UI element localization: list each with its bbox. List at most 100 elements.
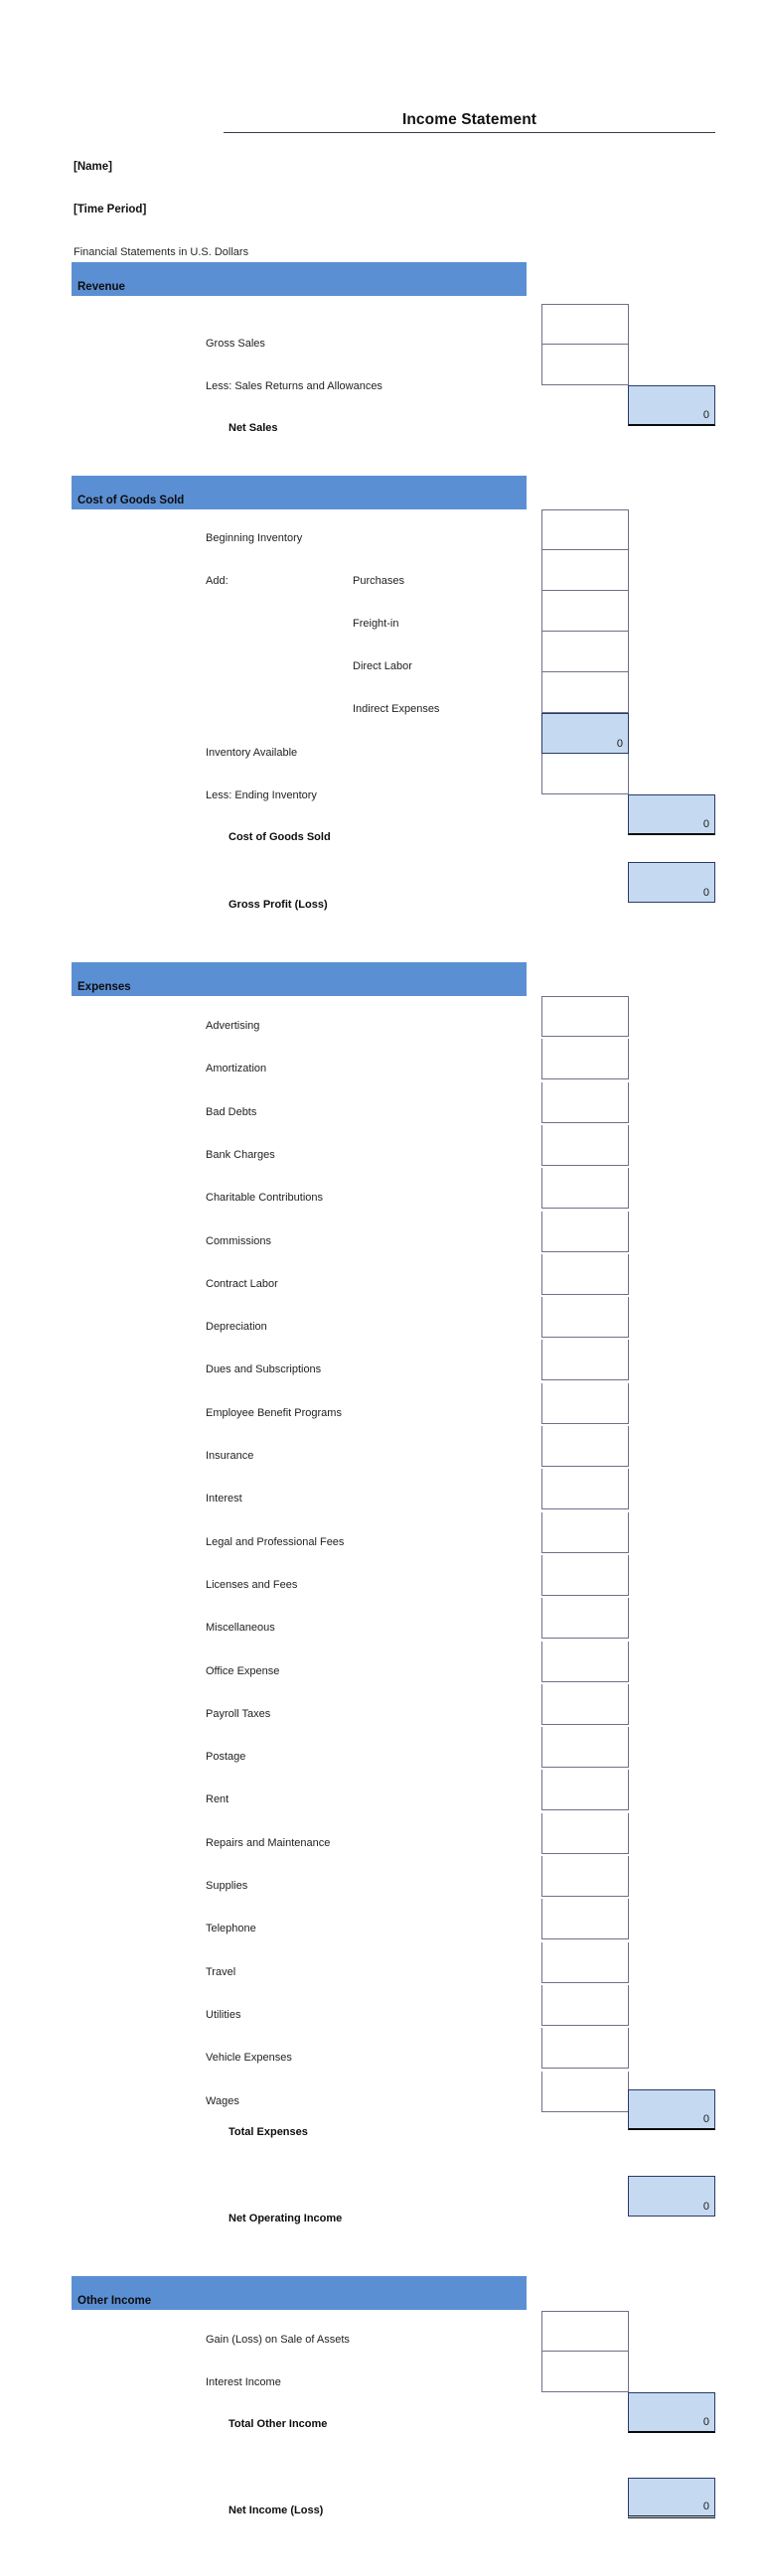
time-period-field[interactable]: [Time Period]: [74, 204, 146, 215]
row-label-expense: Bad Debts: [206, 1106, 257, 1118]
input-direct-labor[interactable]: [541, 632, 629, 672]
input-expense[interactable]: [541, 1426, 629, 1467]
input-expense[interactable]: [541, 1082, 629, 1123]
input-expense[interactable]: [541, 1168, 629, 1209]
value-net-operating-income: 0: [628, 2176, 715, 2217]
row-label-expense: Licenses and Fees: [206, 1579, 298, 1591]
input-expense[interactable]: [541, 1813, 629, 1854]
row-label-expense: Vehicle Expenses: [206, 2052, 292, 2064]
row-label-beginning-inventory: Beginning Inventory: [206, 532, 303, 544]
value-total-expenses: 0: [628, 2089, 715, 2130]
input-gain-loss-sale-assets[interactable]: [541, 2311, 629, 2352]
row-label-expense: Supplies: [206, 1880, 248, 1892]
input-expense[interactable]: [541, 1254, 629, 1295]
input-expense[interactable]: [541, 1899, 629, 1939]
row-label-expense: Telephone: [206, 1923, 256, 1934]
row-label-expense: Contract Labor: [206, 1278, 278, 1290]
row-label-expense: Office Expense: [206, 1665, 280, 1677]
row-label-indirect-expenses: Indirect Expenses: [353, 703, 440, 715]
row-label-direct-labor: Direct Labor: [353, 660, 412, 672]
value-net-income-loss: 0: [628, 2478, 715, 2518]
input-expense[interactable]: [541, 1039, 629, 1079]
row-label-expense: Postage: [206, 1751, 246, 1763]
row-label-expense: Advertising: [206, 1020, 260, 1032]
row-label-net-sales: Net Sales: [229, 422, 278, 434]
row-label-expense: Travel: [206, 1966, 236, 1978]
input-freight-in[interactable]: [541, 591, 629, 632]
input-expense[interactable]: [541, 1598, 629, 1639]
input-expense[interactable]: [541, 1125, 629, 1166]
section-header-cogs-label: Cost of Goods Sold: [77, 495, 185, 506]
row-label-freight-in: Freight-in: [353, 618, 399, 630]
row-label-expense: Interest: [206, 1493, 242, 1504]
row-label-expense: Commissions: [206, 1235, 272, 1247]
input-expense[interactable]: [541, 1512, 629, 1553]
section-header-expenses: Expenses: [72, 962, 527, 996]
input-expense[interactable]: [541, 1856, 629, 1897]
input-gross-sales[interactable]: [541, 304, 629, 345]
row-label-expense: Dues and Subscriptions: [206, 1363, 322, 1375]
input-expense[interactable]: [541, 1642, 629, 1682]
value-gross-profit: 0: [628, 862, 715, 903]
input-expense[interactable]: [541, 1297, 629, 1338]
row-label-net-income-loss: Net Income (Loss): [229, 2504, 324, 2516]
row-label-expense: Wages: [206, 2095, 239, 2107]
input-less-ending-inventory[interactable]: [541, 754, 629, 794]
input-expense[interactable]: [541, 2072, 629, 2112]
section-header-revenue-label: Revenue: [77, 281, 125, 293]
row-label-expense: Depreciation: [206, 1321, 267, 1333]
input-expense[interactable]: [541, 996, 629, 1037]
row-label-expense: Amortization: [206, 1063, 267, 1074]
income-statement-sheet: Income Statement [Name] [Time Period] Fi…: [0, 0, 763, 2576]
row-label-expense: Rent: [206, 1793, 229, 1805]
input-expense[interactable]: [541, 2028, 629, 2069]
row-label-expense: Employee Benefit Programs: [206, 1407, 342, 1419]
value-inventory-available: 0: [541, 713, 629, 754]
row-label-less-ending-inventory: Less: Ending Inventory: [206, 789, 317, 801]
row-label-total-expenses: Total Expenses: [229, 2126, 308, 2138]
input-expense[interactable]: [541, 1942, 629, 1983]
value-net-sales: 0: [628, 385, 715, 426]
row-label-add: Add:: [206, 575, 229, 587]
input-beginning-inventory[interactable]: [541, 509, 629, 550]
row-label-interest-income: Interest Income: [206, 2376, 281, 2388]
row-label-purchases: Purchases: [353, 575, 404, 587]
value-total-other-income: 0: [628, 2392, 715, 2433]
input-expense[interactable]: [541, 1684, 629, 1725]
section-header-other-income-label: Other Income: [77, 2295, 152, 2307]
input-expense[interactable]: [541, 1985, 629, 2026]
row-label-net-operating-income: Net Operating Income: [229, 2213, 343, 2224]
section-header-other-income: Other Income: [72, 2276, 527, 2310]
row-label-expense: Insurance: [206, 1450, 254, 1462]
value-cost-of-goods-sold: 0: [628, 794, 715, 835]
input-expense[interactable]: [541, 1383, 629, 1424]
row-label-expense: Legal and Professional Fees: [206, 1536, 345, 1548]
input-expense[interactable]: [541, 1727, 629, 1768]
input-expense[interactable]: [541, 1469, 629, 1509]
input-expense[interactable]: [541, 1340, 629, 1380]
row-label-gross-sales: Gross Sales: [206, 338, 265, 350]
input-interest-income[interactable]: [541, 2352, 629, 2392]
section-header-cogs: Cost of Goods Sold: [72, 476, 527, 509]
row-label-sales-returns: Less: Sales Returns and Allowances: [206, 380, 382, 392]
row-label-expense: Repairs and Maintenance: [206, 1837, 331, 1849]
company-name-field[interactable]: [Name]: [74, 161, 112, 173]
row-label-expense: Charitable Contributions: [206, 1192, 324, 1204]
input-purchases[interactable]: [541, 550, 629, 591]
row-label-total-other-income: Total Other Income: [229, 2418, 328, 2430]
input-expense[interactable]: [541, 1770, 629, 1810]
currency-note: Financial Statements in U.S. Dollars: [74, 246, 249, 258]
section-header-revenue: Revenue: [72, 262, 527, 296]
row-label-gross-profit: Gross Profit (Loss): [229, 899, 328, 911]
row-label-gain-loss-sale-assets: Gain (Loss) on Sale of Assets: [206, 2334, 350, 2346]
page-title-text: Income Statement: [401, 111, 537, 128]
input-expense[interactable]: [541, 1555, 629, 1596]
section-header-expenses-label: Expenses: [77, 981, 131, 993]
row-label-expense: Utilities: [206, 2009, 241, 2021]
input-indirect-expenses[interactable]: [541, 672, 629, 713]
input-expense[interactable]: [541, 1212, 629, 1252]
page-title: Income Statement: [224, 103, 715, 133]
row-label-cost-of-goods-sold: Cost of Goods Sold: [229, 831, 331, 843]
input-sales-returns[interactable]: [541, 345, 629, 385]
row-label-expense: Bank Charges: [206, 1149, 275, 1161]
